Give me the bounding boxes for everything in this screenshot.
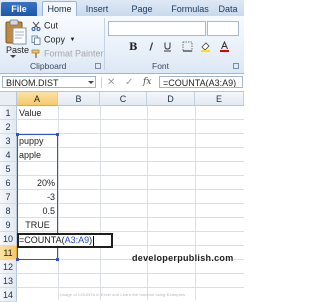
gridline <box>17 273 244 274</box>
copy-dropdown-icon[interactable]: ▼ <box>70 37 76 43</box>
row-header-12[interactable]: 12 <box>0 260 17 274</box>
font-name-combobox[interactable] <box>108 21 206 36</box>
cell-a11-editor[interactable]: =COUNTA(A3:A9) <box>19 233 95 247</box>
formula-range-reference: A3:A9 <box>64 235 90 245</box>
formula-suffix: ) <box>89 235 93 245</box>
format-painter-icon <box>31 49 40 58</box>
text-caret <box>93 235 95 246</box>
font-color-icon[interactable] <box>219 41 230 52</box>
group-divider <box>104 18 105 70</box>
gridline <box>17 287 244 288</box>
range-handle[interactable] <box>56 133 59 136</box>
select-all-corner[interactable] <box>0 92 17 106</box>
row-header-2[interactable]: 2 <box>0 120 17 134</box>
copy-icon <box>31 35 41 45</box>
font-dialog-launcher-icon[interactable] <box>233 63 239 69</box>
tab-page-layout[interactable]: Page Layout <box>119 3 165 27</box>
formula-prefix: =COUNTA( <box>19 235 65 245</box>
watermark: developerpublish.com <box>132 253 234 263</box>
column-header-b[interactable]: B <box>58 92 100 106</box>
italic-icon[interactable] <box>146 41 157 52</box>
tab-home[interactable]: Home <box>42 1 77 17</box>
enter-entry-icon[interactable]: ✓ <box>125 77 133 88</box>
bold-button[interactable]: B <box>129 42 137 53</box>
row-header-7[interactable]: 7 <box>0 190 17 204</box>
row-header-3[interactable]: 3 <box>0 134 17 148</box>
tab-formulas[interactable]: Formulas <box>171 3 209 16</box>
name-box-dropdown-icon[interactable] <box>88 81 94 84</box>
paste-button[interactable]: Paste <box>6 45 29 55</box>
paste-icon[interactable] <box>5 19 27 45</box>
row-header-11[interactable]: 11 <box>0 246 17 260</box>
column-header-a[interactable]: A <box>17 92 58 106</box>
column-header-d[interactable]: D <box>147 92 195 106</box>
formula-bar: BINOM.DIST ✕ ✓ fx =COUNTA(A3:A9) <box>0 74 244 92</box>
range-handle[interactable] <box>56 258 59 261</box>
ribbon-tab-bar: File Home Insert Page Layout Formulas Da… <box>0 0 244 27</box>
row-header-10[interactable]: 10 <box>0 232 17 246</box>
format-painter-button[interactable]: Format Painter <box>31 47 104 59</box>
name-box[interactable]: BINOM.DIST <box>2 76 96 88</box>
row-header-1[interactable]: 1 <box>0 106 17 120</box>
column-header-c[interactable]: C <box>100 92 147 106</box>
clipboard-group-label: Clipboard <box>30 61 67 71</box>
row-header-5[interactable]: 5 <box>0 162 17 176</box>
column-header-e[interactable]: E <box>195 92 244 106</box>
scissors-icon <box>31 21 41 31</box>
copy-button[interactable]: Copy ▼ <box>31 33 75 45</box>
underline-icon[interactable] <box>162 41 173 52</box>
range-handle[interactable] <box>16 258 19 261</box>
font-size-combobox[interactable] <box>207 21 239 36</box>
footer-note: Usage of COUNTA in Excel and Learn the f… <box>60 292 186 297</box>
insert-function-icon[interactable]: fx <box>143 77 151 87</box>
cancel-entry-icon[interactable]: ✕ <box>107 77 115 88</box>
row-header-8[interactable]: 8 <box>0 204 17 218</box>
tab-file[interactable]: File <box>1 2 37 16</box>
clipboard-dialog-launcher-icon[interactable] <box>95 63 101 69</box>
paste-dropdown-icon[interactable] <box>10 55 16 58</box>
row-header-9[interactable]: 9 <box>0 218 17 232</box>
formula-bar-divider <box>101 77 102 88</box>
range-handle[interactable] <box>16 133 19 136</box>
ribbon-home-panel: Paste Cut Copy ▼ Format Painter Clipboar… <box>0 16 244 74</box>
worksheet-grid[interactable]: A B C D E 1 2 3 4 5 6 7 8 9 10 11 12 13 … <box>0 92 244 302</box>
gridline <box>17 119 244 120</box>
borders-icon[interactable] <box>182 41 193 52</box>
row-header-4[interactable]: 4 <box>0 148 17 162</box>
cell-a1[interactable]: Value <box>19 106 41 120</box>
tab-data[interactable]: Data <box>216 3 240 16</box>
row-header-13[interactable]: 13 <box>0 274 17 288</box>
copy-label: Copy <box>44 34 66 45</box>
cut-button[interactable]: Cut <box>31 19 58 31</box>
fill-color-icon[interactable] <box>200 41 211 52</box>
formula-input[interactable]: =COUNTA(A3:A9) <box>159 76 243 88</box>
tab-insert[interactable]: Insert <box>85 3 109 16</box>
row-header-6[interactable]: 6 <box>0 176 17 190</box>
format-painter-label: Format Painter <box>44 48 104 59</box>
font-group-label: Font <box>152 61 170 71</box>
cut-label: Cut <box>44 20 59 31</box>
